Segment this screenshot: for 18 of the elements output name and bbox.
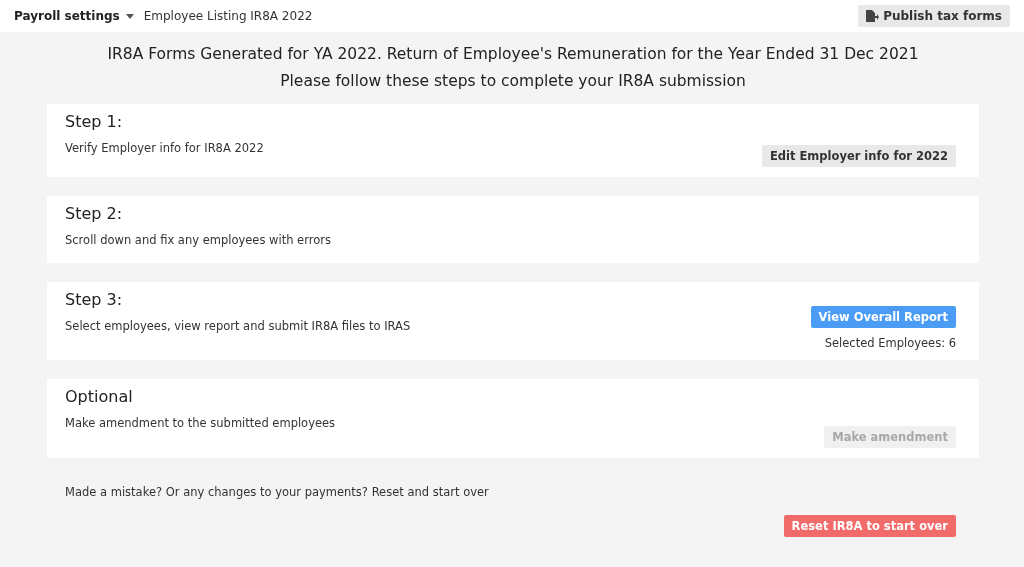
caret-icon <box>125 13 134 19</box>
step-description: Scroll down and fix any employees with errors <box>65 233 331 247</box>
step-button[interactable]: Edit Employer info for 2022 <box>761 145 956 167</box>
step-title: Optional <box>65 387 134 406</box>
selected-count: Selected Employees: 6 <box>824 336 956 350</box>
page-heading: IR8A Forms Generated for YA 2022. Return of Employee's Remuneration for the Year Ended 31 Dec 2021 <box>106 45 920 63</box>
payroll-settings-menu[interactable]: Payroll settings <box>14 9 134 23</box>
page-subheading: Please follow these steps to complete your IR8A submission <box>279 72 747 90</box>
step-description: Make amendment to the submitted employees <box>65 416 336 430</box>
breadcrumb: Employee Listing IR8A 2022 <box>143 9 313 23</box>
step-title: Step 2: <box>65 204 124 223</box>
step-description: Select employees, view report and submit IR8A files to IRAS <box>65 319 411 333</box>
step-title: Step 1: <box>65 112 124 131</box>
document-export-icon <box>866 10 880 22</box>
step-title: Step 3: <box>65 290 124 309</box>
step-description: Verify Employer info for IR8A 2022 <box>65 141 264 155</box>
reset-prompt: Made a mistake? Or any changes to your payments? Reset and start over <box>65 485 490 499</box>
publish-tax-forms-button[interactable]: Publish tax forms <box>858 5 1010 27</box>
